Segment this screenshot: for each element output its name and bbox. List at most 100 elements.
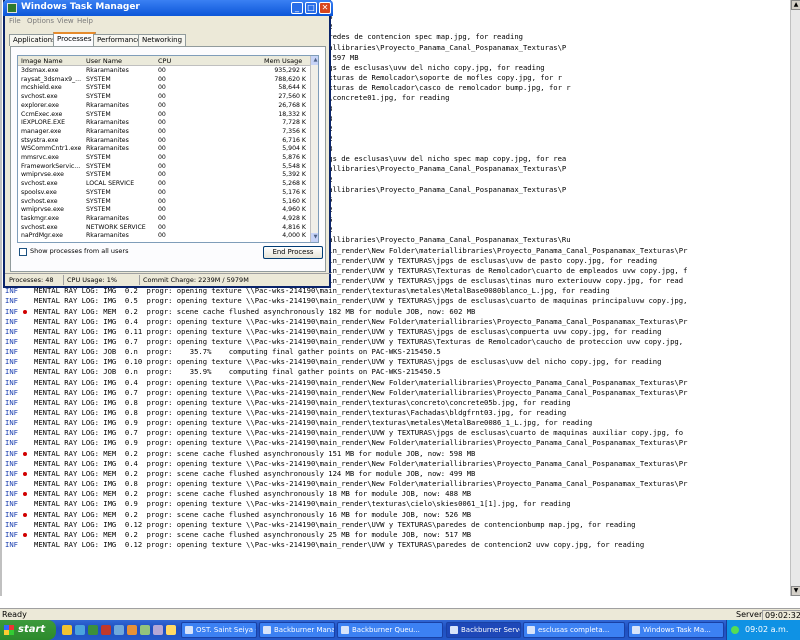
tray-status-icon[interactable]	[731, 626, 739, 634]
log-level-tag: INF	[5, 377, 18, 387]
process-image-name: svchost.exe	[21, 180, 58, 188]
process-row[interactable]: wmiprvse.exe SYSTEM 00 5,392 K	[18, 171, 310, 179]
process-row[interactable]: 3dsmax.exe Rkaramanites 00 935,292 K	[18, 67, 310, 75]
scroll-down-arrow-icon[interactable]: ▼	[311, 233, 318, 242]
process-cpu: 00	[158, 206, 166, 214]
quicklaunch-extra-icon[interactable]	[140, 625, 150, 635]
taskbar-task-button[interactable]: Backburner Queu...	[337, 622, 443, 638]
process-image-name: CcmExec.exe	[21, 110, 63, 118]
log-level-tag: INF	[5, 519, 18, 529]
start-button[interactable]: start	[0, 620, 56, 640]
process-row[interactable]: spoolsv.exe SYSTEM 00 5,176 K	[18, 189, 310, 197]
task-manager-titlebar[interactable]: Windows Task Manager _ □ ✕	[3, 0, 333, 16]
process-row[interactable]: svchost.exe NETWORK SERVICE 00 4,816 K	[18, 224, 310, 232]
log-message: MENTAL RAY LOG: MEM 0.2 progr: scene cac…	[34, 306, 476, 316]
log-level-tag: INF	[5, 306, 18, 316]
process-row[interactable]: mcshield.exe SYSTEM 00 58,644 K	[18, 84, 310, 92]
quicklaunch-folder-icon[interactable]	[62, 625, 72, 635]
process-mem-usage: 4,816 K	[282, 223, 306, 231]
scroll-up-arrow-icon[interactable]: ▲	[791, 0, 800, 10]
taskbar-task-button[interactable]: Backburner Manager	[259, 622, 335, 638]
process-row[interactable]: svchost.exe LOCAL SERVICE 00 5,268 K	[18, 180, 310, 188]
process-mem-usage: 58,644 K	[278, 84, 306, 92]
process-image-name: svchost.exe	[21, 93, 58, 101]
tab-processes[interactable]: Processes	[53, 32, 96, 46]
quicklaunch-media-icon[interactable]	[88, 625, 98, 635]
task-manager-title: Windows Task Manager	[21, 2, 140, 12]
process-row[interactable]: naPrdMgr.exe Rkaramanites 00 4,000 K	[18, 232, 310, 240]
taskbar-task-button[interactable]: Backburner Serve...	[446, 622, 521, 638]
menu-file[interactable]: File	[9, 17, 21, 25]
log-level-tag: INF	[5, 458, 18, 468]
process-row[interactable]: explorer.exe Rkaramanites 00 26,768 K	[18, 102, 310, 110]
log-line: INF MENTAL RAY LOG: IMG 0.9 progr: openin…	[0, 438, 788, 448]
log-level-tag: INF	[5, 479, 18, 489]
process-cpu: 00	[158, 145, 166, 153]
log-vertical-scrollbar[interactable]: ▲ ▼	[790, 0, 800, 596]
tab-networking[interactable]: Networking	[138, 34, 187, 46]
process-user-name: Rkaramanites	[86, 67, 129, 74]
process-user-name: Rkaramanites	[86, 127, 129, 135]
maximize-icon[interactable]: □	[305, 2, 317, 14]
process-image-name: 3dsmax.exe	[21, 67, 59, 74]
process-list[interactable]: Image Name User Name CPU Mem Usage 3dsma…	[17, 55, 319, 243]
menu-view[interactable]: View	[57, 17, 74, 25]
process-row[interactable]: wmiprvse.exe SYSTEM 00 4,960 K	[18, 206, 310, 214]
process-row[interactable]: WSCommCntr1.exe Rkaramanites 00 5,904 K	[18, 145, 310, 153]
process-image-name: wmiprvse.exe	[21, 206, 64, 214]
log-message: MENTAL RAY LOG: IMG 0.7 progr: opening t…	[34, 428, 684, 438]
log-message: MENTAL RAY LOG: MEM 0.2 progr: scene cac…	[34, 489, 472, 499]
minimize-icon[interactable]: _	[291, 2, 303, 14]
taskbar-task-button[interactable]: OST. Saint Seiya - ...	[181, 622, 257, 638]
process-row[interactable]: svchost.exe SYSTEM 00 5,160 K	[18, 198, 310, 206]
process-user-name: SYSTEM	[86, 188, 111, 196]
log-level-tag: INF	[5, 367, 18, 377]
log-line: INF MENTAL RAY LOG: MEM 0.2 progr: scene …	[0, 510, 788, 520]
quicklaunch-app-icon[interactable]	[101, 625, 111, 635]
log-level-tag: INF	[5, 489, 18, 499]
log-level-tag: INF	[5, 438, 18, 448]
process-user-name: SYSTEM	[86, 197, 111, 205]
quicklaunch-extra2-icon[interactable]	[153, 625, 163, 635]
process-list-scrollbar[interactable]: ▲ ▼	[310, 56, 318, 242]
process-cpu: 00	[158, 171, 166, 179]
log-level-tag: INF	[5, 448, 18, 458]
process-row[interactable]: svchost.exe SYSTEM 00 27,560 K	[18, 93, 310, 101]
process-row[interactable]: CcmExec.exe SYSTEM 00 18,332 K	[18, 111, 310, 119]
close-icon[interactable]: ✕	[319, 2, 331, 14]
quicklaunch-desktop-icon[interactable]	[114, 625, 124, 635]
scroll-up-arrow-icon[interactable]: ▲	[311, 56, 318, 65]
col-cpu[interactable]: CPU	[158, 56, 171, 66]
show-all-users-checkbox[interactable]	[19, 248, 27, 256]
process-row[interactable]: mmsrvc.exe SYSTEM 00 5,876 K	[18, 154, 310, 162]
task-manager-window[interactable]: Windows Task Manager _ □ ✕ File Options …	[3, 0, 333, 288]
process-row[interactable]: FrameworkServic... SYSTEM 00 5,548 K	[18, 163, 310, 171]
log-line: INF MENTAL RAY LOG: IMG 0.9 progr: openin…	[0, 499, 788, 509]
process-row[interactable]: manager.exe Rkaramanites 00 7,356 K	[18, 128, 310, 136]
taskbar-task-label: Backburner Queu...	[352, 626, 420, 634]
process-row[interactable]: stsystra.exe Rkaramanites 00 6,716 K	[18, 137, 310, 145]
log-line: INF MENTAL RAY LOG: IMG 0.12 progr: openi…	[0, 540, 788, 550]
col-user-name[interactable]: User Name	[86, 56, 122, 66]
process-row[interactable]: taskmgr.exe Rkaramanites 00 4,928 K	[18, 215, 310, 223]
col-image-name[interactable]: Image Name	[21, 56, 63, 66]
process-mem-usage: 5,392 K	[282, 171, 306, 179]
log-line: INF MENTAL RAY LOG: MEM 0.2 progr: scene …	[0, 530, 788, 540]
end-process-button[interactable]: End Process	[263, 246, 323, 259]
menu-options[interactable]: Options	[27, 17, 54, 25]
taskbar-task-label: Backburner Serve...	[461, 626, 520, 634]
log-message: MENTAL RAY LOG: IMG 0.9 progr: opening t…	[34, 418, 593, 428]
process-row[interactable]: IEXPLORE.EXE Rkaramanites 00 7,728 K	[18, 119, 310, 127]
taskbar-task-button[interactable]: Windows Task Ma...	[628, 622, 724, 638]
quicklaunch-outlook-icon[interactable]	[127, 625, 137, 635]
log-message: MENTAL RAY LOG: IMG 0.5 progr: opening t…	[34, 296, 688, 306]
quicklaunch-ie-icon[interactable]	[75, 625, 85, 635]
taskbar-task-button[interactable]: esclusas completa...	[523, 622, 625, 638]
scroll-down-arrow-icon[interactable]: ▼	[791, 586, 800, 596]
menu-help[interactable]: Help	[77, 17, 93, 25]
col-mem-usage[interactable]: Mem Usage	[264, 56, 302, 66]
log-message: MENTAL RAY LOG: IMG 0.8 progr: opening t…	[34, 479, 688, 489]
quicklaunch-extra3-icon[interactable]	[166, 625, 176, 635]
process-row[interactable]: raysat_3dsmax9_... SYSTEM 00 788,620 K	[18, 76, 310, 84]
process-cpu: 00	[158, 162, 166, 170]
